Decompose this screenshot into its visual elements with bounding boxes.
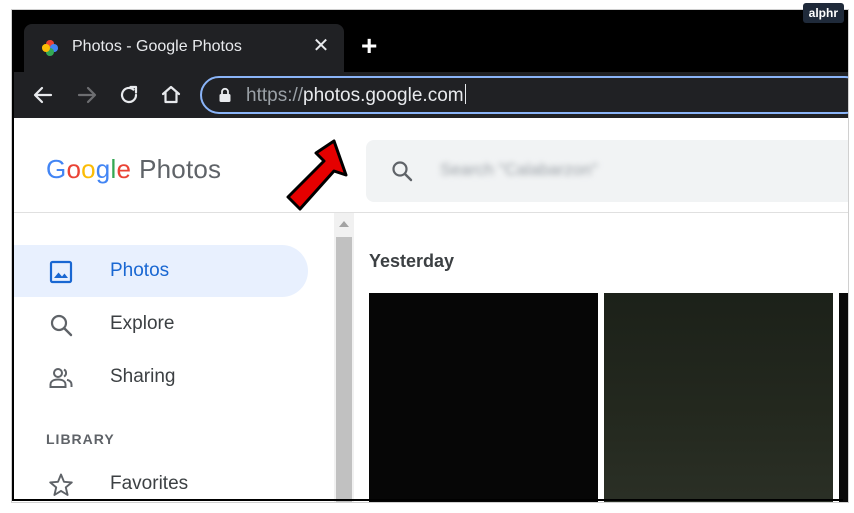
reload-icon <box>120 85 138 104</box>
google-photos-favicon-icon <box>42 40 58 56</box>
reload-button[interactable] <box>116 82 142 108</box>
forward-arrow-icon <box>77 86 97 104</box>
people-icon <box>49 368 73 388</box>
logo-product-name: Photos <box>139 154 222 184</box>
scroll-thumb[interactable] <box>336 237 352 502</box>
star-icon <box>49 473 73 496</box>
home-button[interactable] <box>158 82 184 108</box>
address-bar[interactable]: https://photos.google.com <box>200 76 848 114</box>
home-icon <box>161 85 181 104</box>
sidebar-scrollbar[interactable] <box>334 213 354 502</box>
url-scheme: https:// <box>246 85 304 106</box>
watermark-badge: alphr <box>802 3 844 23</box>
new-tab-button[interactable]: + <box>361 32 377 60</box>
lock-icon[interactable] <box>218 87 232 103</box>
sidebar: Photos Explore Sharing LIBRARY Favorites <box>12 213 334 502</box>
sidebar-item-photos[interactable]: Photos <box>12 245 308 297</box>
google-photos-page: GooglePhotos Search "Calabarzon" Photos <box>12 118 848 502</box>
scroll-up-arrow-icon[interactable] <box>339 221 349 227</box>
annotation-arrow-icon <box>286 139 348 211</box>
google-photos-logo[interactable]: Google Photos <box>46 154 221 185</box>
sidebar-item-label: Favorites <box>110 473 189 494</box>
sidebar-item-explore[interactable]: Explore <box>12 298 308 350</box>
browser-toolbar: https://photos.google.com <box>12 72 848 118</box>
sidebar-item-favorites[interactable]: Favorites <box>12 458 308 502</box>
text-caret <box>464 84 466 104</box>
sidebar-item-label: Sharing <box>110 366 176 387</box>
sidebar-item-label: Photos <box>110 260 170 281</box>
sidebar-item-label: Explore <box>110 313 175 334</box>
sidebar-item-sharing[interactable]: Sharing <box>12 351 308 403</box>
browser-tab[interactable]: Photos - Google Photos ✕ <box>24 24 344 72</box>
photos-grid: Yesterday <box>354 213 848 502</box>
search-icon <box>50 314 73 337</box>
search-box[interactable]: Search "Calabarzon" <box>366 140 848 202</box>
library-section-label: LIBRARY <box>46 431 115 447</box>
photo-thumbnail[interactable] <box>369 293 598 502</box>
tab-close-icon[interactable]: ✕ <box>310 35 332 57</box>
forward-button[interactable] <box>74 82 100 108</box>
date-group-label: Yesterday <box>369 251 455 271</box>
photo-icon <box>49 260 73 284</box>
back-arrow-icon <box>33 86 53 104</box>
url-host: photos.google.com <box>303 85 464 106</box>
tab-strip: Photos - Google Photos ✕ + <box>12 10 848 72</box>
back-button[interactable] <box>30 82 56 108</box>
tab-title: Photos - Google Photos <box>72 38 242 55</box>
screenshot-frame: Photos - Google Photos ✕ + https://photo… <box>12 10 848 502</box>
search-input[interactable]: Search "Calabarzon" <box>440 160 598 180</box>
search-icon[interactable] <box>390 159 414 183</box>
url-text[interactable]: https://photos.google.com <box>246 84 466 107</box>
photo-thumbnail[interactable] <box>839 293 848 502</box>
photo-thumbnail[interactable] <box>604 293 833 502</box>
